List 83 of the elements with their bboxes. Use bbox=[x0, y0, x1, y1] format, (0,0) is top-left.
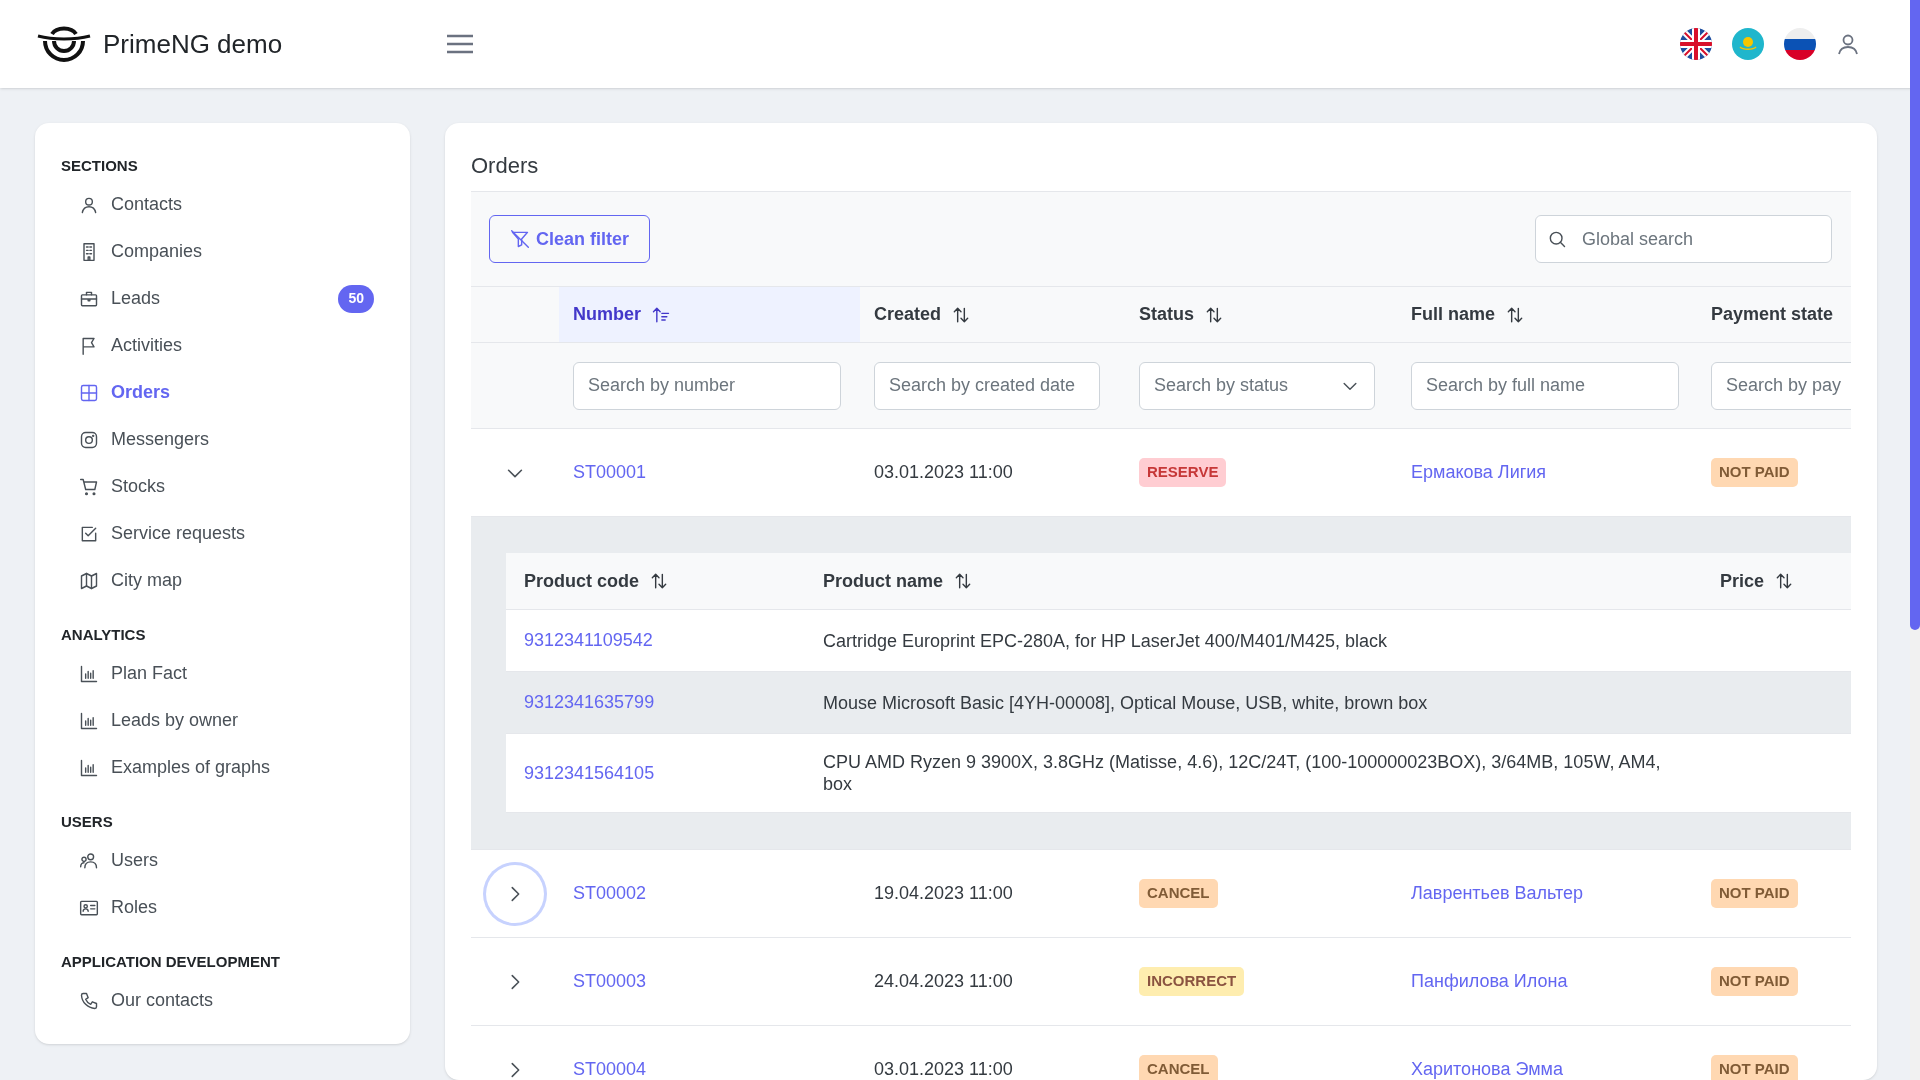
cart-icon bbox=[79, 476, 99, 497]
filter-field[interactable]: Search by created date bbox=[874, 361, 1100, 410]
product-name: CPU AMD Ryzen 9 3900X, 3.8GHz (Matisse, 4.6), 12C/24T, (100-100000023BOX), 3/64MB, 105W, AM4, box bbox=[823, 752, 1661, 794]
sidebar-item[interactable]: Messengers bbox=[61, 416, 374, 463]
sidebar-item[interactable]: Leads 50 bbox=[61, 275, 374, 322]
camera-icon bbox=[79, 429, 99, 450]
status-tag: RESERVE bbox=[1139, 458, 1227, 487]
created-date: 19.04.2023 11:00 bbox=[874, 883, 1013, 903]
sidebar-item[interactable]: Orders bbox=[61, 369, 374, 416]
sidebar-item[interactable]: Examples of graphs bbox=[61, 744, 374, 791]
filter-slash-icon bbox=[510, 229, 530, 249]
section-heading: APPLICATION DEVELOPMENT bbox=[61, 951, 281, 972]
chart-icon bbox=[79, 663, 99, 684]
section-heading: SECTIONS bbox=[61, 155, 139, 176]
column-header[interactable]: Product name bbox=[805, 567, 1702, 595]
full-name-link[interactable]: Лаврентьев Вальтер bbox=[1411, 883, 1584, 903]
sidebar-item[interactable]: Plan Fact bbox=[61, 650, 374, 697]
column-header[interactable]: Product code bbox=[506, 567, 805, 595]
payment-tag: NOT PAID bbox=[1711, 967, 1798, 996]
search-icon bbox=[1547, 229, 1567, 249]
status-tag: INCORRECT bbox=[1139, 967, 1245, 996]
sidebar-item[interactable]: Contacts bbox=[61, 181, 374, 228]
product-row[interactable]: 9312341109542 Cartridge Europrint EPC-280A, for HP LaserJet 400/M401/M425, black bbox=[506, 610, 1851, 672]
global-search-field[interactable]: Global search bbox=[1535, 215, 1832, 263]
created-date: 24.04.2023 11:00 bbox=[874, 971, 1013, 991]
status-tag: CANCEL bbox=[1139, 879, 1218, 908]
sidebar-item[interactable]: Leads by owner bbox=[61, 697, 374, 744]
sidebar-item[interactable]: Activities bbox=[61, 322, 374, 369]
full-name-link[interactable]: Панфилова Илона bbox=[1411, 971, 1568, 991]
scrollbar-thumb[interactable] bbox=[1910, 0, 1920, 630]
sidebar-item[interactable]: Users bbox=[61, 837, 374, 884]
payment-tag: NOT PAID bbox=[1711, 458, 1798, 487]
order-number-link[interactable]: ST00001 bbox=[573, 462, 647, 482]
full-name-link[interactable]: Харитонова Эмма bbox=[1411, 1059, 1563, 1079]
chart-icon bbox=[79, 710, 99, 731]
map-icon bbox=[79, 570, 99, 591]
status-tag: CANCEL bbox=[1139, 1055, 1218, 1080]
full-name-link[interactable]: Ермакова Лигия bbox=[1411, 462, 1547, 482]
user-icon[interactable] bbox=[1836, 32, 1860, 56]
section-heading: ANALYTICS bbox=[61, 624, 147, 645]
product-row[interactable]: 9312341564105 CPU AMD Ryzen 9 3900X, 3.8GHz (Matisse, 4.6), 12C/24T, (100-100000023BOX), 3/64MB, 105W, AM4, box bbox=[506, 734, 1851, 813]
count-badge: 50 bbox=[338, 284, 374, 313]
brand-name[interactable]: PrimeNG demo bbox=[103, 24, 283, 64]
product-name: Mouse Microsoft Basic [4YH-00008], Optical Mouse, USB, white, brown box bbox=[823, 692, 1428, 713]
sidebar-item[interactable]: Our contacts bbox=[61, 977, 374, 1024]
column-header[interactable]: Status bbox=[1125, 287, 1397, 342]
flag-icon[interactable] bbox=[1680, 28, 1712, 60]
column-header[interactable]: Created bbox=[860, 287, 1125, 342]
order-number-link[interactable]: ST00004 bbox=[573, 1059, 647, 1079]
created-date: 03.01.2023 11:00 bbox=[874, 1059, 1013, 1079]
product-code-link[interactable]: 9312341635799 bbox=[524, 692, 655, 712]
sort-icon bbox=[649, 571, 669, 591]
users-icon bbox=[79, 850, 99, 871]
filter-field[interactable]: Search by full name bbox=[1411, 361, 1679, 410]
chart-icon bbox=[79, 757, 99, 778]
scrollbar[interactable] bbox=[1910, 0, 1920, 1080]
created-date: 03.01.2023 11:00 bbox=[874, 462, 1013, 482]
section-heading: USERS bbox=[61, 811, 114, 832]
page-title: Orders bbox=[471, 152, 540, 180]
table-icon bbox=[79, 382, 99, 403]
column-header[interactable]: Full name bbox=[1397, 287, 1697, 342]
menu-icon bbox=[446, 34, 475, 54]
phone-icon bbox=[79, 990, 99, 1011]
filter-field[interactable]: Search by number bbox=[573, 361, 841, 410]
filter-field[interactable]: Search by pay bbox=[1711, 361, 1851, 410]
status-filter-dropdown[interactable]: Search by status bbox=[1139, 361, 1375, 410]
sidebar-item[interactable]: Companies bbox=[61, 228, 374, 275]
order-number-link[interactable]: ST00002 bbox=[573, 883, 647, 903]
column-header[interactable]: Number bbox=[559, 287, 860, 342]
product-code-link[interactable]: 9312341109542 bbox=[524, 630, 653, 650]
payment-tag: NOT PAID bbox=[1711, 1055, 1798, 1080]
payment-tag: NOT PAID bbox=[1711, 879, 1798, 908]
flag-icon[interactable] bbox=[1784, 28, 1816, 60]
sidebar-item[interactable]: Stocks bbox=[61, 463, 374, 510]
order-number-link[interactable]: ST00003 bbox=[573, 971, 647, 991]
column-header[interactable]: Payment state bbox=[1697, 287, 1851, 342]
sidebar-item[interactable]: Roles bbox=[61, 884, 374, 931]
column-header[interactable]: Price bbox=[1702, 567, 1851, 595]
sidebar-item[interactable]: Service requests bbox=[61, 510, 374, 557]
clean-filter-button[interactable]: Clean filter bbox=[489, 215, 651, 263]
sidebar-item[interactable]: City map bbox=[61, 557, 374, 604]
product-code-link[interactable]: 9312341564105 bbox=[524, 762, 655, 783]
product-name: Cartridge Europrint EPC-280A, for HP LaserJet 400/M401/M425, black bbox=[823, 630, 1387, 651]
